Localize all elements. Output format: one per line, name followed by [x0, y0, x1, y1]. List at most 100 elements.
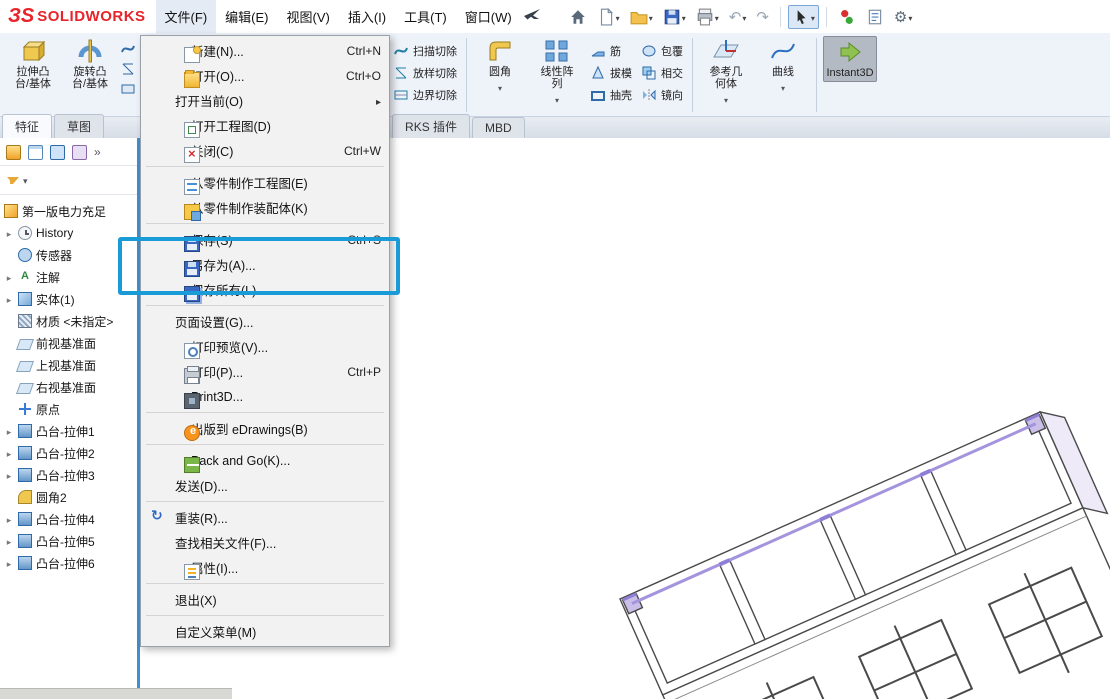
- wrap-button[interactable]: 包覆: [638, 41, 686, 61]
- tree-item-boss-extrude2[interactable]: 凸台-拉伸2: [0, 442, 138, 464]
- tree-root[interactable]: 第一版电力充足: [0, 200, 138, 222]
- dropdown-arrow-icon[interactable]: [615, 8, 620, 26]
- tab-mbd[interactable]: MBD: [472, 117, 525, 138]
- reference-geometry-button[interactable]: 参考几 何体: [699, 36, 753, 110]
- menu-insert[interactable]: 插入(I): [339, 0, 395, 34]
- new-document-button[interactable]: [593, 5, 624, 29]
- menu-view[interactable]: 视图(V): [278, 0, 339, 34]
- home-button[interactable]: [565, 5, 591, 29]
- dropdown-arrow-icon[interactable]: [555, 90, 559, 108]
- expand-arrow-icon[interactable]: [4, 226, 14, 240]
- menu-item-make-assembly-from-part[interactable]: 从零件制作装配体(K): [141, 195, 389, 221]
- dropdown-arrow-icon[interactable]: [498, 78, 502, 96]
- dropdown-arrow-icon[interactable]: [781, 78, 785, 96]
- panel-tabs-overflow-icon[interactable]: [94, 143, 101, 161]
- open-button[interactable]: [626, 5, 657, 29]
- menu-item-send[interactable]: 发送(D)...: [141, 473, 389, 498]
- dropdown-arrow-icon[interactable]: [810, 8, 815, 26]
- menu-item-save-as[interactable]: 另存为(A)...: [141, 252, 389, 277]
- menu-item-open-current[interactable]: 打开当前(O): [141, 88, 389, 113]
- tab-features[interactable]: 特征: [2, 114, 53, 138]
- dropdown-arrow-icon[interactable]: [681, 8, 686, 26]
- evaluate-button[interactable]: [862, 5, 888, 29]
- tab-sketch[interactable]: 草图: [54, 114, 105, 138]
- expand-arrow-icon[interactable]: [4, 292, 14, 306]
- curves-button[interactable]: 曲线: [756, 36, 810, 98]
- menu-file[interactable]: 文件(F): [155, 0, 217, 34]
- model-3d[interactable]: [550, 389, 1110, 699]
- menu-item-print3d[interactable]: Print3D...: [141, 384, 389, 409]
- intersect-button[interactable]: 相交: [638, 63, 686, 83]
- dropdown-arrow-icon[interactable]: [724, 90, 728, 108]
- menu-item-open[interactable]: 打开(O)... Ctrl+O: [141, 63, 389, 88]
- lofted-cut-button[interactable]: 放样切除: [390, 63, 460, 83]
- expand-arrow-icon[interactable]: [4, 270, 14, 284]
- menu-edit[interactable]: 编辑(E): [216, 0, 277, 34]
- revolved-boss-button[interactable]: 旋转凸 台/基体: [63, 36, 117, 92]
- interference-check-button[interactable]: [834, 5, 860, 29]
- expand-arrow-icon[interactable]: [4, 556, 14, 570]
- menu-item-publish-edrawings[interactable]: 出版到 eDrawings(B): [141, 416, 389, 441]
- tree-item-top-plane[interactable]: 上视基准面: [0, 354, 138, 376]
- tree-item-annotations[interactable]: 注解: [0, 266, 138, 288]
- tree-item-boss-extrude5[interactable]: 凸台-拉伸5: [0, 530, 138, 552]
- configuration-manager-tab-icon[interactable]: [50, 144, 65, 160]
- menu-item-close[interactable]: 关闭(C) Ctrl+W: [141, 138, 389, 163]
- save-button[interactable]: [659, 5, 690, 29]
- menu-item-make-drawing-from-part[interactable]: 从零件制作工程图(E): [141, 170, 389, 195]
- menu-item-properties[interactable]: 属性(I)...: [141, 555, 389, 580]
- tree-item-origin[interactable]: 原点: [0, 398, 138, 420]
- boundary-cut-button[interactable]: 边界切除: [390, 85, 460, 105]
- swept-cut-button[interactable]: 扫描切除: [390, 41, 460, 61]
- menu-item-save[interactable]: 保存(S) Ctrl+S: [141, 227, 389, 252]
- property-manager-tab-icon[interactable]: [28, 144, 43, 160]
- shell-button[interactable]: 抽壳: [587, 85, 635, 105]
- tree-item-fillet2[interactable]: 圆角2: [0, 486, 138, 508]
- menu-window[interactable]: 窗口(W): [456, 0, 521, 34]
- expand-arrow-icon[interactable]: [4, 512, 14, 526]
- dropdown-arrow-icon[interactable]: [907, 8, 912, 26]
- menu-item-new[interactable]: 新建(N)... Ctrl+N: [141, 38, 389, 63]
- filter-dropdown-arrow-icon[interactable]: [23, 171, 28, 189]
- expand-arrow-icon[interactable]: [4, 534, 14, 548]
- filter-funnel-icon[interactable]: [7, 171, 19, 189]
- extruded-boss-button[interactable]: 拉伸凸 台/基体: [6, 36, 60, 92]
- menu-item-print-preview[interactable]: 打印预览(V)...: [141, 334, 389, 359]
- lofted-boss-button[interactable]: [120, 61, 136, 77]
- expand-arrow-icon[interactable]: [4, 446, 14, 460]
- tab-solidworks-addins[interactable]: RKS 插件: [392, 114, 471, 138]
- menu-item-customize-menu[interactable]: 自定义菜单(M): [141, 619, 389, 644]
- mirror-button[interactable]: 镜向: [638, 85, 686, 105]
- menu-item-open-drawing[interactable]: 打开工程图(D): [141, 113, 389, 138]
- options-button[interactable]: ⚙: [890, 5, 916, 29]
- feature-manager-tab-icon[interactable]: [6, 144, 21, 160]
- tree-item-boss-extrude6[interactable]: 凸台-拉伸6: [0, 552, 138, 574]
- rib-button[interactable]: 筋: [587, 41, 635, 61]
- draft-button[interactable]: 拔模: [587, 63, 635, 83]
- undo-button[interactable]: ↶: [725, 5, 751, 29]
- dropdown-arrow-icon[interactable]: [648, 8, 653, 26]
- menu-item-print[interactable]: 打印(P)... Ctrl+P: [141, 359, 389, 384]
- redo-button[interactable]: ↷: [752, 5, 773, 29]
- tree-item-right-plane[interactable]: 右视基准面: [0, 376, 138, 398]
- tree-item-solid-bodies[interactable]: 实体(1): [0, 288, 138, 310]
- menu-tools[interactable]: 工具(T): [395, 0, 456, 34]
- tree-item-material[interactable]: 材质 <未指定>: [0, 310, 138, 332]
- menu-item-page-setup[interactable]: 页面设置(G)...: [141, 309, 389, 334]
- fillet-button[interactable]: 圆角: [473, 36, 527, 98]
- dropdown-arrow-icon[interactable]: [714, 8, 719, 26]
- tree-item-boss-extrude4[interactable]: 凸台-拉伸4: [0, 508, 138, 530]
- tree-item-sensors[interactable]: 传感器: [0, 244, 138, 266]
- instant3d-button[interactable]: Instant3D: [823, 36, 877, 82]
- dropdown-arrow-icon[interactable]: [741, 8, 746, 26]
- expand-arrow-icon[interactable]: [4, 468, 14, 482]
- expand-arrow-icon[interactable]: [4, 424, 14, 438]
- menu-item-find-references[interactable]: 查找相关文件(F)...: [141, 530, 389, 555]
- display-manager-tab-icon[interactable]: [72, 144, 87, 160]
- tree-item-history[interactable]: History: [0, 222, 138, 244]
- tree-item-boss-extrude3[interactable]: 凸台-拉伸3: [0, 464, 138, 486]
- menu-item-pack-and-go[interactable]: Pack and Go(K)...: [141, 448, 389, 473]
- tree-item-front-plane[interactable]: 前视基准面: [0, 332, 138, 354]
- linear-pattern-button[interactable]: 线性阵 列: [530, 36, 584, 110]
- menu-item-exit[interactable]: 退出(X): [141, 587, 389, 612]
